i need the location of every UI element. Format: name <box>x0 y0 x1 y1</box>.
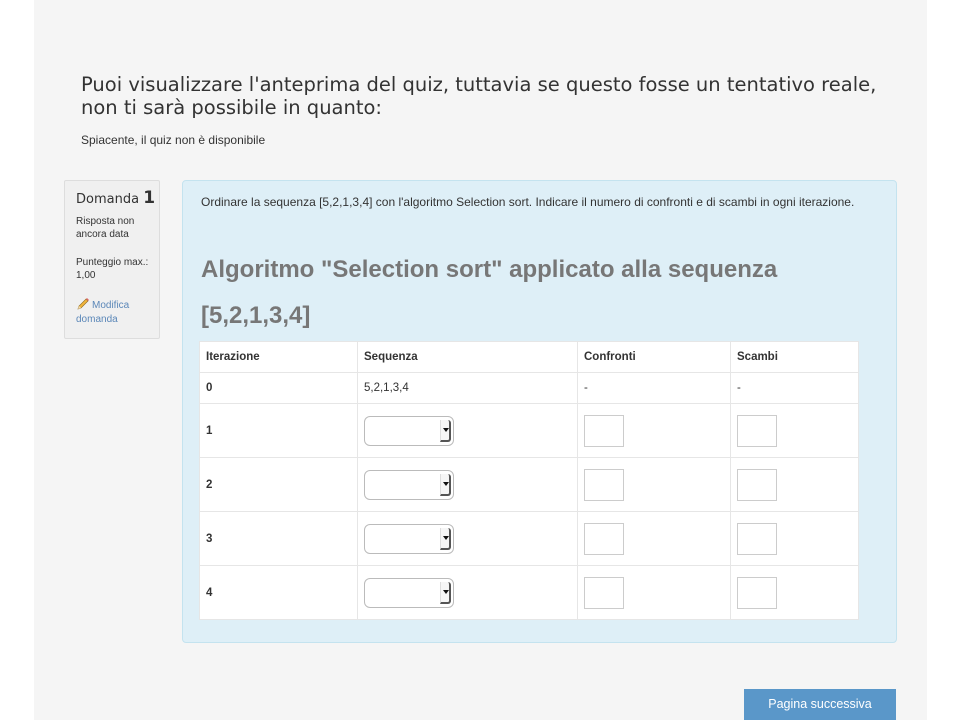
unavailable-notice: Spiacente, il quiz non è disponibile <box>81 133 266 147</box>
comparisons-cell <box>577 457 731 512</box>
comparisons-input[interactable] <box>584 576 624 609</box>
algorithm-title: Algoritmo "Selection sort" applicato all… <box>201 256 778 329</box>
iteration-cell: 0 <box>199 372 358 404</box>
chevron-down-icon <box>440 581 451 604</box>
iteration-cell: 1 <box>199 403 358 458</box>
iteration-cell: 4 <box>199 565 358 620</box>
table-row: 3 <box>199 511 859 566</box>
table-row: 0 5,2,1,3,4 - - <box>199 372 859 404</box>
table-row: 2 <box>199 457 859 512</box>
comparisons-cell <box>577 403 731 458</box>
table-row: 4 <box>199 565 859 620</box>
question-content: Ordinare la sequenza [5,2,1,3,4] con l'a… <box>182 180 897 643</box>
sequence-select[interactable] <box>364 523 454 554</box>
chevron-down-icon <box>440 473 451 496</box>
swaps-cell: - <box>730 372 859 404</box>
sequence-select[interactable] <box>364 577 454 608</box>
iteration-cell: 3 <box>199 511 358 566</box>
question-number-value: 1 <box>143 188 156 208</box>
next-page-button[interactable]: Pagina successiva <box>744 689 896 720</box>
sequence-select[interactable] <box>364 415 454 446</box>
swaps-input[interactable] <box>737 414 777 447</box>
comparisons-input[interactable] <box>584 414 624 447</box>
table-row: 1 <box>199 403 859 458</box>
sequence-cell <box>357 511 578 566</box>
pencil-icon <box>76 297 90 311</box>
swaps-cell <box>730 511 859 566</box>
question-number: Domanda 1 <box>76 188 155 208</box>
sequence-cell: 5,2,1,3,4 <box>357 372 578 404</box>
swaps-input[interactable] <box>737 468 777 501</box>
iteration-cell: 2 <box>199 457 358 512</box>
comparisons-cell: - <box>577 372 731 404</box>
question-grade: Punteggio max.: 1,00 <box>76 257 149 281</box>
swaps-cell <box>730 403 859 458</box>
question-state: Risposta non ancora data <box>76 216 135 240</box>
edit-question-link[interactable]: Modifica domanda <box>76 297 160 327</box>
sequence-select[interactable] <box>364 469 454 500</box>
swaps-input[interactable] <box>737 522 777 555</box>
comparisons-input[interactable] <box>584 468 624 501</box>
question-text: Ordinare la sequenza [5,2,1,3,4] con l'a… <box>201 195 855 209</box>
iterations-table: Iterazione Sequenza Confronti Scambi 0 5… <box>199 341 859 620</box>
sequence-cell <box>357 457 578 512</box>
swaps-cell <box>730 457 859 512</box>
swaps-cell <box>730 565 859 620</box>
comparisons-cell <box>577 565 731 620</box>
comparisons-input[interactable] <box>584 522 624 555</box>
preview-heading: Puoi visualizzare l'anteprima del quiz, … <box>81 73 877 119</box>
chevron-down-icon <box>440 527 451 550</box>
sequence-cell <box>357 565 578 620</box>
header-sequence: Sequenza <box>357 341 578 373</box>
question-info-box: Domanda 1 Risposta non ancora data Punte… <box>64 180 160 339</box>
comparisons-cell <box>577 511 731 566</box>
question-label: Domanda <box>76 192 140 207</box>
chevron-down-icon <box>440 419 451 442</box>
header-swaps: Scambi <box>730 341 859 373</box>
sequence-cell <box>357 403 578 458</box>
swaps-input[interactable] <box>737 576 777 609</box>
header-iteration: Iterazione <box>199 341 358 373</box>
table-header-row: Iterazione Sequenza Confronti Scambi <box>199 341 859 373</box>
header-comparisons: Confronti <box>577 341 731 373</box>
